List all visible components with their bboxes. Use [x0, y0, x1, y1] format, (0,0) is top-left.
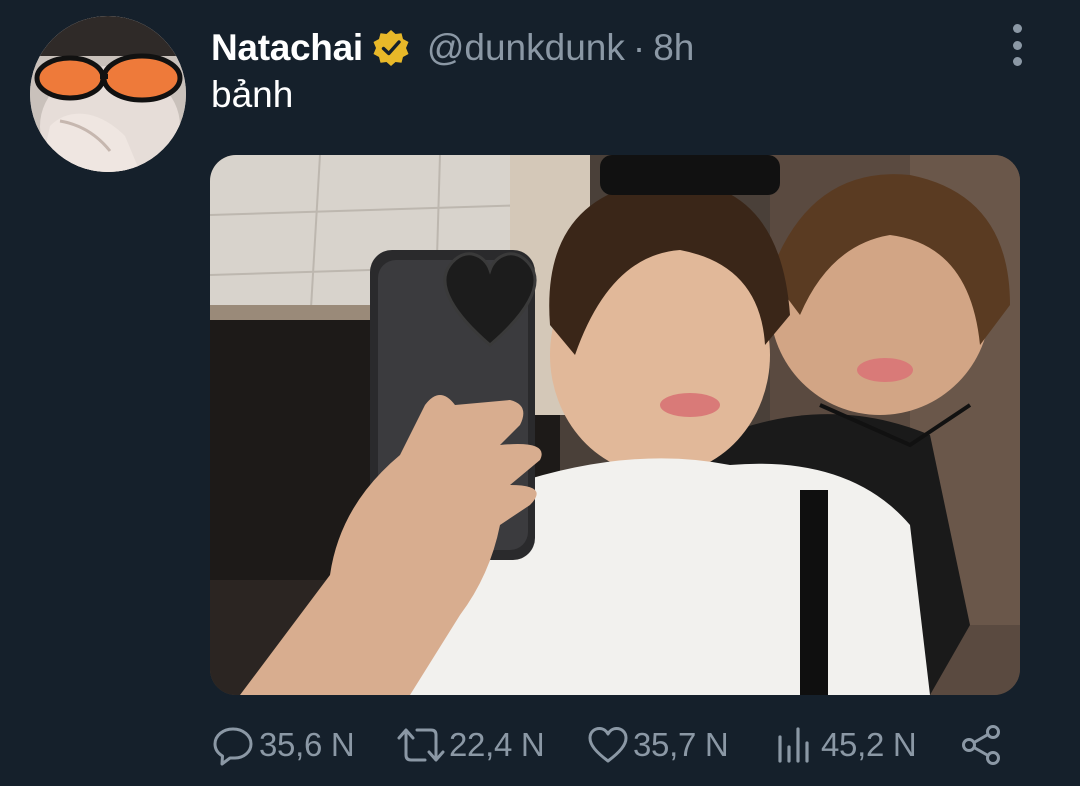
views-button[interactable]: 45,2 N — [774, 720, 917, 770]
more-vertical-icon[interactable] — [1004, 24, 1030, 66]
retweet-button[interactable]: 22,4 N — [396, 720, 545, 770]
heart-icon — [588, 727, 628, 763]
tweet-header: Natachai @dunkdunk · 8h — [211, 24, 694, 72]
header-separator: · — [632, 27, 646, 68]
avatar-image — [30, 16, 186, 172]
tweet-action-bar: 35,6 N 22,4 N 35,7 N 45,2 N — [212, 720, 1012, 770]
share-nodes-icon — [962, 725, 1000, 765]
like-button[interactable]: 35,7 N — [586, 720, 729, 770]
verified-badge-icon — [371, 28, 411, 68]
reply-count: 35,6 N — [259, 726, 355, 763]
tweet-timestamp[interactable]: 8h — [653, 27, 694, 69]
retweet-count: 22,4 N — [449, 726, 545, 763]
author-handle[interactable]: @dunkdunk — [427, 27, 625, 69]
tweet-text: bảnh — [211, 74, 294, 115]
like-count: 35,7 N — [633, 726, 729, 763]
photo-image — [210, 155, 1020, 695]
comment-bubble-icon — [213, 727, 253, 766]
retweet-icon — [397, 728, 445, 762]
views-count: 45,2 N — [821, 726, 917, 763]
share-button[interactable] — [960, 720, 1004, 770]
bar-chart-icon — [778, 727, 809, 763]
reply-button[interactable]: 35,6 N — [212, 720, 355, 770]
tweet-card[interactable]: Natachai @dunkdunk · 8h bảnh 35,6 N 22,4… — [0, 0, 1080, 786]
author-name[interactable]: Natachai — [211, 27, 363, 69]
avatar[interactable] — [30, 16, 186, 172]
tweet-media-photo[interactable] — [210, 155, 1020, 695]
